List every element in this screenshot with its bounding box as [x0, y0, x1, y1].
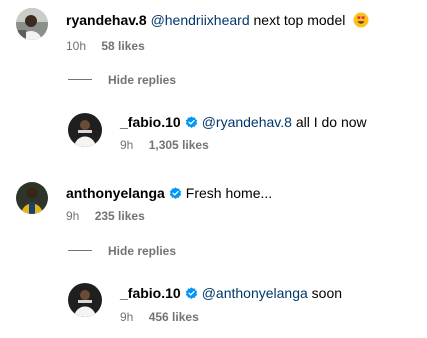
avatar[interactable] [16, 8, 48, 40]
comment-text: Fresh home... [185, 185, 273, 201]
reply-mention[interactable]: @ryandehav.8 [202, 114, 292, 130]
comment-text: next top model [253, 12, 346, 28]
hide-replies-button[interactable]: Hide replies [68, 243, 176, 259]
reply-mention[interactable]: @anthonyelanga [202, 285, 308, 301]
comment-likes[interactable]: 235 likes [95, 209, 145, 223]
comment-username[interactable]: ryandehav.8 [66, 12, 147, 28]
reply-time: 9h [120, 138, 134, 152]
reply-likes[interactable]: 456 likes [149, 310, 199, 324]
reply-text: soon [311, 285, 343, 301]
reply-username[interactable]: _fabio.10 [120, 285, 181, 301]
divider-line [68, 250, 92, 251]
avatar[interactable] [16, 182, 48, 214]
hide-replies-button[interactable]: Hide replies [68, 72, 176, 88]
reply-likes[interactable]: 1,305 likes [149, 138, 209, 152]
heart-eyes-emoji-icon [353, 12, 369, 32]
reply-meta: 9h 456 likes [120, 309, 199, 325]
comment-mention[interactable]: @hendriixheard [151, 12, 250, 28]
reply-text-line: _fabio.10 @ryandehav.8 all I do now [120, 113, 367, 133]
reply-time: 9h [120, 310, 134, 324]
comment-likes[interactable]: 58 likes [101, 39, 144, 53]
comment-text-line: ryandehav.8 @hendriixheard next top mode… [66, 11, 369, 32]
verified-badge-icon [185, 286, 198, 304]
reply-text-line: _fabio.10 @anthonyelanga soon [120, 284, 342, 304]
avatar[interactable] [68, 113, 102, 147]
divider-line [68, 79, 92, 80]
comment-meta: 10h 58 likes [66, 38, 145, 54]
reply-meta: 9h 1,305 likes [120, 137, 209, 153]
comment-text-line: anthonyelanga Fresh home... [66, 184, 272, 204]
comment-meta: 9h 235 likes [66, 208, 145, 224]
verified-badge-icon [169, 186, 182, 204]
verified-badge-icon [185, 115, 198, 133]
comment-time: 10h [66, 39, 87, 53]
hide-replies-label: Hide replies [108, 244, 177, 258]
avatar[interactable] [68, 283, 102, 317]
reply-text: all I do now [295, 114, 367, 130]
hide-replies-label: Hide replies [108, 73, 177, 87]
comment-username[interactable]: anthonyelanga [66, 185, 165, 201]
reply-username[interactable]: _fabio.10 [120, 114, 181, 130]
comment-time: 9h [66, 209, 80, 223]
